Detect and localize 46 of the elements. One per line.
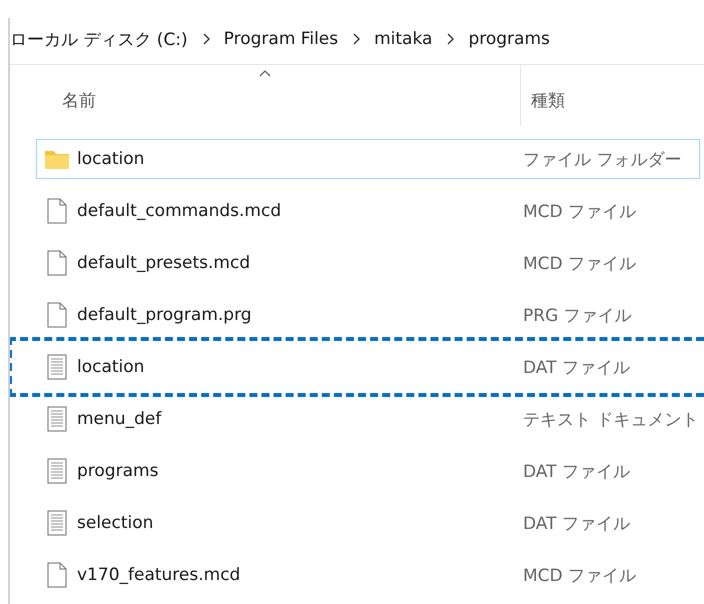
file-row[interactable]: location DAT ファイル <box>36 347 704 387</box>
file-type: DAT ファイル <box>523 356 630 378</box>
file-name: location <box>77 149 146 169</box>
breadcrumb-item[interactable]: mitaka <box>374 29 432 49</box>
file-row[interactable]: location ファイル フォルダー <box>36 139 700 179</box>
file-row[interactable]: default_presets.mcd MCD ファイル <box>36 243 700 283</box>
file-row[interactable]: selection DAT ファイル <box>36 503 700 543</box>
chevron-icon <box>202 33 210 45</box>
file-row[interactable]: default_program.prg PRG ファイル <box>36 295 700 335</box>
text-file-icon <box>45 510 69 536</box>
file-row[interactable]: default_commands.mcd MCD ファイル <box>36 191 700 231</box>
file-type: ファイル フォルダー <box>523 148 682 170</box>
file-type: DAT ファイル <box>523 460 630 482</box>
file-name: programs <box>77 461 160 481</box>
file-name: default_program.prg <box>77 305 253 325</box>
file-type: MCD ファイル <box>523 564 636 586</box>
folder-icon <box>45 149 69 169</box>
file-icon <box>45 562 69 588</box>
file-name: location <box>77 357 146 377</box>
file-type: PRG ファイル <box>523 304 632 326</box>
text-file-icon <box>45 458 69 484</box>
chevron-icon <box>446 33 454 45</box>
file-type: MCD ファイル <box>523 252 636 274</box>
breadcrumb-item[interactable]: ローカル ディスク (C:) <box>10 28 188 50</box>
file-name: menu_def <box>77 409 163 429</box>
column-header[interactable]: 名前 <box>10 64 520 126</box>
file-icon <box>45 198 69 224</box>
file-icon <box>45 250 69 276</box>
breadcrumb-item[interactable]: programs <box>468 29 550 49</box>
column-header[interactable]: 種類 <box>520 64 701 126</box>
file-icon <box>45 302 69 328</box>
file-name: default_commands.mcd <box>77 201 282 221</box>
sort-caret-icon <box>259 68 271 76</box>
file-row[interactable]: menu_def テキスト ドキュメント <box>36 399 700 439</box>
file-name: default_presets.mcd <box>77 253 252 273</box>
file-name: selection <box>77 513 154 533</box>
file-row[interactable]: programs DAT ファイル <box>36 451 700 491</box>
breadcrumb-item[interactable]: Program Files <box>224 29 338 49</box>
file-type: DAT ファイル <box>523 512 630 534</box>
file-row[interactable]: v170_features.mcd MCD ファイル <box>36 555 700 595</box>
text-file-icon <box>45 406 69 432</box>
file-type: テキスト ドキュメント <box>523 408 698 430</box>
file-name: v170_features.mcd <box>77 565 242 585</box>
file-type: MCD ファイル <box>523 200 636 222</box>
text-file-icon <box>45 354 69 380</box>
chevron-icon <box>352 33 360 45</box>
